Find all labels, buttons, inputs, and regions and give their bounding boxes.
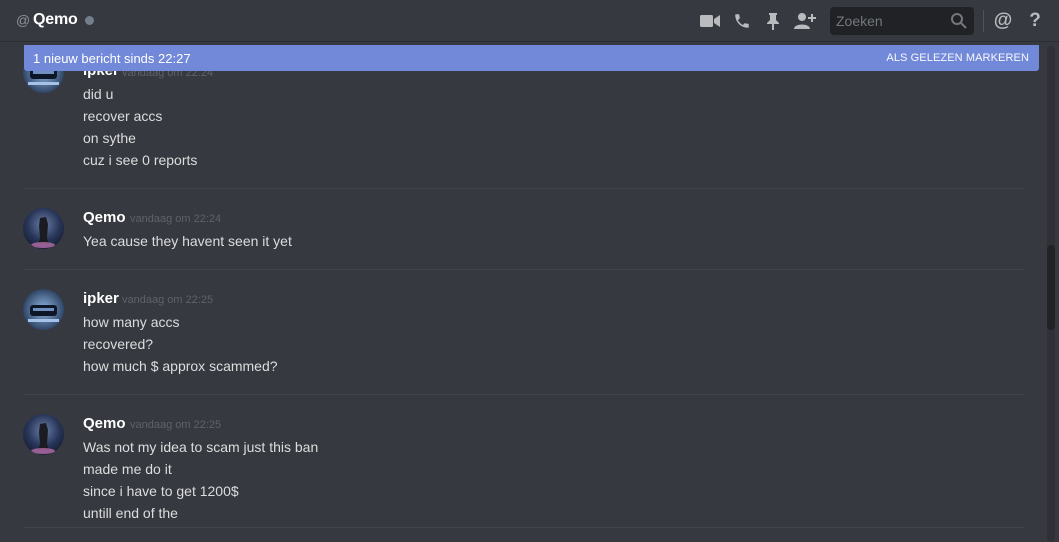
- message-divider: [24, 394, 1024, 395]
- message-text: Was not my idea to scam just this ban: [83, 439, 319, 455]
- add-friend-icon[interactable]: [794, 10, 816, 32]
- search-bar[interactable]: [830, 7, 974, 35]
- message-text: how much $ approx scammed?: [83, 358, 278, 374]
- message-divider: [24, 188, 1024, 189]
- message-timestamp: vandaag om 22:25: [130, 419, 222, 431]
- scrollbar-thumb[interactable]: [1047, 245, 1055, 330]
- avatar[interactable]: [23, 208, 64, 249]
- message-timestamp: vandaag om 22:25: [122, 294, 214, 306]
- at-icon: @: [16, 12, 31, 28]
- new-messages-bar[interactable]: 1 nieuw bericht sinds 22:27 ALS GELEZEN …: [24, 45, 1039, 71]
- help-icon[interactable]: ?: [1024, 10, 1046, 32]
- message-author[interactable]: Qemo: [83, 209, 126, 226]
- channel-title: Qemo: [33, 11, 78, 28]
- message-text: made me do it: [83, 461, 172, 477]
- search-icon[interactable]: [950, 12, 968, 35]
- new-messages-text[interactable]: 1 nieuw bericht sinds 22:27: [33, 51, 191, 66]
- channel-header: @ Qemo @ ?: [0, 0, 1059, 42]
- avatar[interactable]: [23, 414, 64, 455]
- dm-window: ipker vandaag om 22:24 did u recover acc…: [0, 0, 1059, 542]
- mention-icon[interactable]: @: [992, 10, 1014, 32]
- pin-icon[interactable]: [762, 10, 784, 32]
- avatar[interactable]: [23, 289, 64, 330]
- search-input[interactable]: [830, 7, 950, 35]
- message-timestamp: vandaag om 22:24: [130, 213, 222, 225]
- message-text: on sythe: [83, 130, 136, 146]
- message-author[interactable]: Qemo: [83, 415, 126, 432]
- video-call-icon[interactable]: [699, 10, 721, 32]
- status-indicator: [85, 16, 94, 25]
- message-divider: [24, 269, 1024, 270]
- message-text: did u: [83, 86, 114, 102]
- message-text: untill end of the: [83, 505, 178, 521]
- header-divider: [983, 10, 984, 32]
- message-list[interactable]: ipker vandaag om 22:24 did u recover acc…: [0, 43, 1046, 542]
- message-divider: [24, 527, 1024, 528]
- message-text: cuz i see 0 reports: [83, 152, 198, 168]
- message-text: how many accs: [83, 314, 180, 330]
- message-text: recovered?: [83, 336, 154, 352]
- message-text: Yea cause they havent seen it yet: [83, 233, 292, 249]
- mark-as-read-button[interactable]: ALS GELEZEN MARKEREN: [886, 52, 1029, 64]
- voice-call-icon[interactable]: [731, 10, 753, 32]
- message-text: recover accs: [83, 108, 163, 124]
- message-text: since i have to get 1200$: [83, 483, 239, 499]
- message-author[interactable]: ipker: [83, 290, 119, 307]
